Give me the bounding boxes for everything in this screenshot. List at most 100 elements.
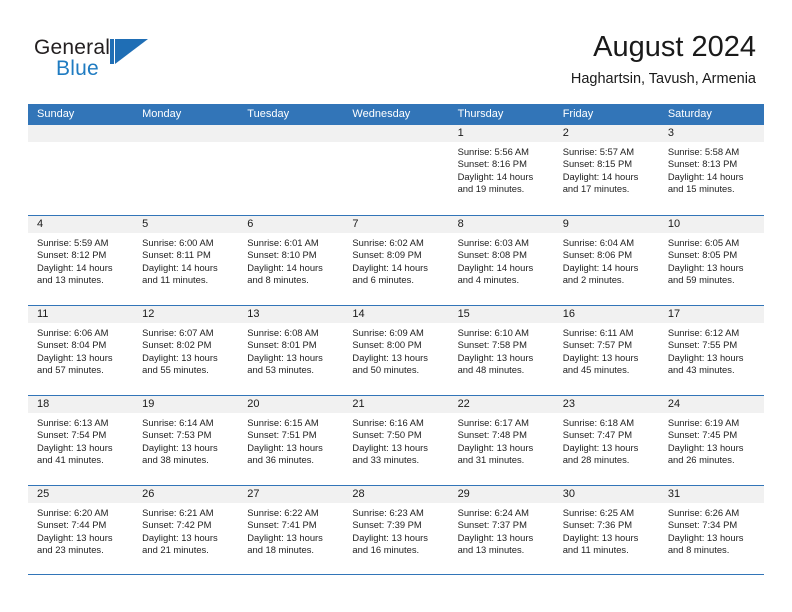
day-cell[interactable]: 15 Sunrise: 6:10 AM Sunset: 7:58 PM Dayl… <box>448 306 554 395</box>
sunrise-text: Sunrise: 6:03 AM <box>457 237 529 248</box>
day-cell[interactable]: 9 Sunrise: 6:04 AM Sunset: 8:06 PM Dayli… <box>553 216 659 305</box>
daylight-text-line1: Daylight: 13 hours <box>142 441 218 453</box>
sunrise-text: Sunrise: 6:26 AM <box>667 507 740 518</box>
sunrise-text: Sunrise: 6:06 AM <box>37 327 109 338</box>
day-number: 31 <box>667 488 681 500</box>
daylight-text-line1: Daylight: 14 hours <box>457 261 534 273</box>
daylight-text-line2: and 16 minutes. <box>352 544 420 556</box>
day-details: Sunrise: 6:15 AM Sunset: 7:51 PM Dayligh… <box>238 413 343 467</box>
day-details: Sunrise: 6:20 AM Sunset: 7:44 PM Dayligh… <box>28 503 133 557</box>
daylight-text-line1: Daylight: 14 hours <box>247 261 323 273</box>
weekday-friday: Friday <box>562 108 594 120</box>
day-number: 16 <box>562 308 575 320</box>
daylight-text-line2: and 59 minutes. <box>667 274 735 286</box>
daylight-text-line1: Daylight: 14 hours <box>142 261 218 273</box>
daylight-text-line1: Daylight: 13 hours <box>667 261 744 273</box>
day-cell[interactable]: 1 Sunrise: 5:56 AM Sunset: 8:16 PM Dayli… <box>448 125 554 215</box>
day-details: Sunrise: 6:17 AM Sunset: 7:48 PM Dayligh… <box>449 413 554 467</box>
day-cell[interactable]: 29 Sunrise: 6:24 AM Sunset: 7:37 PM Dayl… <box>448 486 554 574</box>
day-cell[interactable]: 12 Sunrise: 6:07 AM Sunset: 8:02 PM Dayl… <box>133 306 239 395</box>
title-block: August 2024 Haghartsin, Tavush, Armenia <box>571 30 756 88</box>
sunset-text: Sunset: 8:04 PM <box>37 339 107 351</box>
day-number: 28 <box>352 488 365 500</box>
day-cell[interactable]: 10 Sunrise: 6:05 AM Sunset: 8:05 PM Dayl… <box>658 216 764 305</box>
day-cell[interactable]: 20 Sunrise: 6:15 AM Sunset: 7:51 PM Dayl… <box>238 396 344 485</box>
day-cell[interactable]: 25 Sunrise: 6:20 AM Sunset: 7:44 PM Dayl… <box>28 486 134 574</box>
daylight-text-line1: Daylight: 13 hours <box>37 531 113 543</box>
day-cell[interactable]: 13 Sunrise: 6:08 AM Sunset: 8:01 PM Dayl… <box>238 306 344 395</box>
day-cell[interactable]: 11 Sunrise: 6:06 AM Sunset: 8:04 PM Dayl… <box>28 306 134 395</box>
day-number: 4 <box>37 218 44 230</box>
sunset-text: Sunset: 7:57 PM <box>562 339 633 351</box>
daylight-text-line2: and 23 minutes. <box>37 544 104 556</box>
day-cell[interactable]: 30 Sunrise: 6:25 AM Sunset: 7:36 PM Dayl… <box>553 486 659 574</box>
weekday-wednesday: Wednesday <box>352 108 411 120</box>
week-row: 11 Sunrise: 6:06 AM Sunset: 8:04 PM Dayl… <box>28 305 764 395</box>
day-cell[interactable]: 21 Sunrise: 6:16 AM Sunset: 7:50 PM Dayl… <box>343 396 449 485</box>
day-cell[interactable]: 28 Sunrise: 6:23 AM Sunset: 7:39 PM Dayl… <box>343 486 449 574</box>
daylight-text-line2: and 31 minutes. <box>457 454 525 466</box>
day-cell[interactable]: 19 Sunrise: 6:14 AM Sunset: 7:53 PM Dayl… <box>133 396 239 485</box>
day-number: 6 <box>247 218 254 230</box>
sunset-text: Sunset: 8:16 PM <box>457 158 527 170</box>
day-details: Sunrise: 6:21 AM Sunset: 7:42 PM Dayligh… <box>133 503 238 557</box>
daylight-text-line1: Daylight: 13 hours <box>352 531 428 543</box>
day-number: 9 <box>562 218 569 230</box>
daylight-text-line1: Daylight: 13 hours <box>37 441 113 453</box>
day-details: Sunrise: 6:13 AM Sunset: 7:54 PM Dayligh… <box>28 413 133 467</box>
daylight-text-line2: and 50 minutes. <box>352 364 420 376</box>
day-cell[interactable]: 24 Sunrise: 6:19 AM Sunset: 7:45 PM Dayl… <box>658 396 764 485</box>
sunrise-text: Sunrise: 6:12 AM <box>667 327 740 338</box>
daylight-text-line2: and 13 minutes. <box>37 274 104 286</box>
sunset-text: Sunset: 8:10 PM <box>247 249 317 261</box>
daylight-text-line2: and 2 minutes. <box>562 274 625 286</box>
day-cell[interactable]: 16 Sunrise: 6:11 AM Sunset: 7:57 PM Dayl… <box>553 306 659 395</box>
daylight-text-line2: and 38 minutes. <box>142 454 209 466</box>
day-details: Sunrise: 6:09 AM Sunset: 8:00 PM Dayligh… <box>343 323 448 377</box>
day-number: 15 <box>457 308 470 320</box>
weekday-monday: Monday <box>142 108 182 120</box>
weekday-tuesday: Tuesday <box>247 108 290 120</box>
day-cell[interactable]: 5 Sunrise: 6:00 AM Sunset: 8:11 PM Dayli… <box>133 216 239 305</box>
day-cell[interactable]: 22 Sunrise: 6:17 AM Sunset: 7:48 PM Dayl… <box>448 396 554 485</box>
daylight-text-line2: and 55 minutes. <box>142 364 209 376</box>
day-cell[interactable]: 23 Sunrise: 6:18 AM Sunset: 7:47 PM Dayl… <box>553 396 659 485</box>
day-number: 8 <box>457 218 464 230</box>
day-number: 22 <box>457 398 470 410</box>
sunrise-text: Sunrise: 6:11 AM <box>562 327 634 338</box>
sunrise-text: Sunrise: 6:02 AM <box>352 237 424 248</box>
day-cell[interactable]: 27 Sunrise: 6:22 AM Sunset: 7:41 PM Dayl… <box>238 486 344 574</box>
day-details: Sunrise: 6:24 AM Sunset: 7:37 PM Dayligh… <box>449 503 554 557</box>
day-cell[interactable]: 31 Sunrise: 6:26 AM Sunset: 7:34 PM Dayl… <box>658 486 764 574</box>
daylight-text-line2: and 57 minutes. <box>37 364 104 376</box>
brand-logo[interactable]: General Blue <box>34 36 154 84</box>
daylight-text-line2: and 8 minutes. <box>247 274 309 286</box>
day-cell[interactable]: 14 Sunrise: 6:09 AM Sunset: 8:00 PM Dayl… <box>343 306 449 395</box>
day-number: 29 <box>457 488 470 500</box>
daylight-text-line2: and 28 minutes. <box>562 454 630 466</box>
day-cell[interactable]: 26 Sunrise: 6:21 AM Sunset: 7:42 PM Dayl… <box>133 486 239 574</box>
day-number: 27 <box>247 488 260 500</box>
sunrise-text: Sunrise: 6:14 AM <box>142 417 214 428</box>
sunrise-text: Sunrise: 6:23 AM <box>352 507 424 518</box>
day-cell[interactable]: 7 Sunrise: 6:02 AM Sunset: 8:09 PM Dayli… <box>343 216 449 305</box>
day-number: 12 <box>142 308 155 320</box>
sunrise-text: Sunrise: 5:57 AM <box>562 146 635 157</box>
day-number: 14 <box>352 308 365 320</box>
day-cell[interactable]: 4 Sunrise: 5:59 AM Sunset: 8:12 PM Dayli… <box>28 216 134 305</box>
sunset-text: Sunset: 8:01 PM <box>247 339 317 351</box>
day-cell[interactable]: 2 Sunrise: 5:57 AM Sunset: 8:15 PM Dayli… <box>553 125 659 215</box>
daylight-text-line1: Daylight: 13 hours <box>142 351 218 363</box>
page-subtitle: Haghartsin, Tavush, Armenia <box>570 71 756 87</box>
sunrise-text: Sunrise: 6:07 AM <box>142 327 214 338</box>
day-details: Sunrise: 5:56 AM Sunset: 8:16 PM Dayligh… <box>449 142 554 196</box>
daylight-text-line2: and 33 minutes. <box>352 454 420 466</box>
day-number: 7 <box>352 218 359 230</box>
day-cell <box>238 125 344 215</box>
day-cell[interactable]: 6 Sunrise: 6:01 AM Sunset: 8:10 PM Dayli… <box>238 216 344 305</box>
day-cell[interactable]: 18 Sunrise: 6:13 AM Sunset: 7:54 PM Dayl… <box>28 396 134 485</box>
day-details: Sunrise: 6:04 AM Sunset: 8:06 PM Dayligh… <box>554 233 659 287</box>
day-cell[interactable]: 17 Sunrise: 6:12 AM Sunset: 7:55 PM Dayl… <box>658 306 764 395</box>
day-cell[interactable]: 8 Sunrise: 6:03 AM Sunset: 8:08 PM Dayli… <box>448 216 554 305</box>
day-cell[interactable]: 3 Sunrise: 5:58 AM Sunset: 8:13 PM Dayli… <box>658 125 764 215</box>
